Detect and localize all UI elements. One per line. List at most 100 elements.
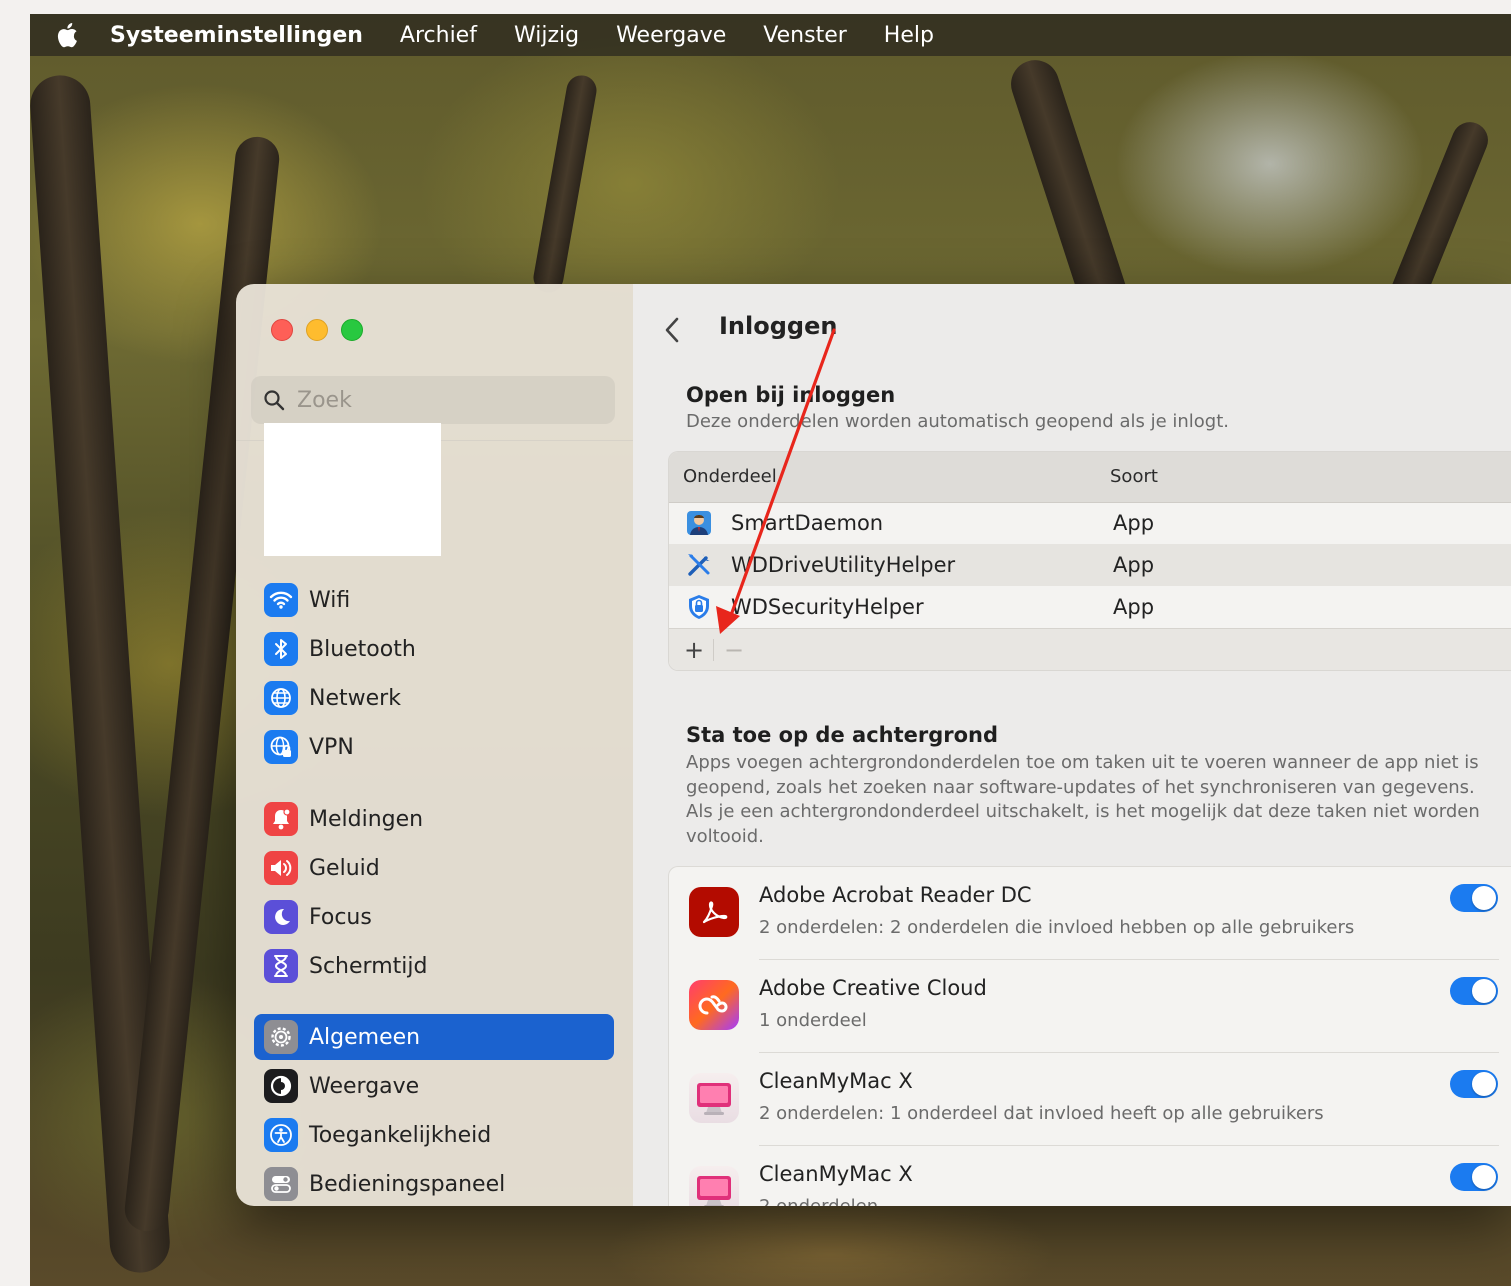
menu-weergave[interactable]: Weergave <box>616 23 726 48</box>
apple-icon[interactable] <box>54 22 80 48</box>
list-item: Adobe Creative Cloud 1 onderdeel <box>669 960 1511 1053</box>
row-name: WDDriveUtilityHelper <box>731 553 956 577</box>
speaker-icon <box>264 851 298 885</box>
sidebar-item-netwerk[interactable]: Netwerk <box>254 675 614 721</box>
login-items-table: Onderdeel Soort SmartDaemon App WDDriveU… <box>668 451 1511 671</box>
tools-icon <box>685 551 713 579</box>
sidebar-item-wifi[interactable]: Wifi <box>254 577 614 623</box>
acrobat-toggle[interactable] <box>1450 884 1498 912</box>
sidebar-item-label: Geluid <box>309 855 380 881</box>
app-description: 1 onderdeel <box>759 1010 867 1031</box>
bell-icon <box>264 802 298 836</box>
open-at-login-subtitle: Deze onderdelen worden automatisch geope… <box>686 411 1229 432</box>
sidebar-item-meldingen[interactable]: Meldingen <box>254 796 614 842</box>
menu-app-name[interactable]: Systeeminstellingen <box>110 23 363 48</box>
background-items-subtitle: Apps voegen achtergrondonderdelen toe om… <box>686 751 1496 849</box>
table-row[interactable]: WDDriveUtilityHelper App <box>669 544 1511 586</box>
creative-cloud-icon <box>689 980 739 1030</box>
vpn-globe-icon <box>264 730 298 764</box>
cleanmymac-icon <box>689 1073 739 1123</box>
sidebar-item-label: Bluetooth <box>309 636 416 662</box>
list-item: CleanMyMac X 2 onderdelen <box>669 1146 1511 1206</box>
app-description: 2 onderdelen: 2 onderdelen die invloed h… <box>759 917 1355 938</box>
sidebar-item-label: Netwerk <box>309 685 401 711</box>
sidebar-item-algemeen[interactable]: Algemeen <box>254 1014 614 1060</box>
accessibility-icon <box>264 1118 298 1152</box>
acrobat-icon <box>689 887 739 937</box>
search-input[interactable] <box>295 386 599 414</box>
globe-icon <box>264 681 298 715</box>
back-button[interactable] <box>663 312 693 348</box>
menu-help[interactable]: Help <box>884 23 934 48</box>
app-name: CleanMyMac X <box>759 1069 913 1093</box>
subtitle-line: geopend, zoals het zoeken naar software-… <box>686 776 1475 798</box>
chevron-left-icon <box>665 317 679 343</box>
menu-venster[interactable]: Venster <box>763 23 847 48</box>
row-kind: App <box>1113 511 1155 535</box>
close-window-button[interactable] <box>271 319 293 341</box>
cleanmymac-toggle[interactable] <box>1450 1070 1498 1098</box>
creative-cloud-toggle[interactable] <box>1450 977 1498 1005</box>
toggle-knob <box>1472 979 1496 1003</box>
smartdaemon-icon <box>685 509 713 537</box>
tree-trunk <box>531 73 599 295</box>
sidebar-item-geluid[interactable]: Geluid <box>254 845 614 891</box>
open-at-login-title: Open bij inloggen <box>686 383 896 407</box>
footer-divider <box>713 639 714 661</box>
hourglass-icon <box>264 949 298 983</box>
minimize-window-button[interactable] <box>306 319 328 341</box>
gear-icon <box>264 1020 298 1054</box>
frame-left <box>0 0 30 1286</box>
appearance-icon <box>264 1069 298 1103</box>
sidebar-item-label: Bedieningspaneel <box>309 1171 506 1197</box>
cleanmymac-toggle-2[interactable] <box>1450 1163 1498 1191</box>
table-footer: + − <box>669 628 1511 670</box>
search-field[interactable] <box>251 376 615 424</box>
bluetooth-icon <box>264 632 298 666</box>
frame-top <box>0 0 1511 14</box>
table-row[interactable]: WDSecurityHelper App <box>669 586 1511 628</box>
shield-lock-icon <box>685 593 713 621</box>
column-header-onderdeel[interactable]: Onderdeel <box>683 466 777 487</box>
subtitle-line: Als je een achtergrondonderdeel uitschak… <box>686 801 1480 822</box>
list-item: CleanMyMac X 2 onderdelen: 1 onderdeel d… <box>669 1053 1511 1146</box>
sidebar-item-label: VPN <box>309 734 354 760</box>
app-name: Adobe Acrobat Reader DC <box>759 883 1032 907</box>
settings-window: Wifi Bluetooth Netwerk VPN Meldingen <box>236 284 1511 1206</box>
menu-archief[interactable]: Archief <box>400 23 477 48</box>
main-panel: Inloggen Open bij inloggen Deze onderdel… <box>633 284 1511 1206</box>
sidebar-item-toegankelijkheid[interactable]: Toegankelijkheid <box>254 1112 614 1158</box>
background-items-list: Adobe Acrobat Reader DC 2 onderdelen: 2 … <box>668 866 1511 1206</box>
sidebar-item-weergave[interactable]: Weergave <box>254 1063 614 1109</box>
toggle-knob <box>1472 1072 1496 1096</box>
sidebar-item-vpn[interactable]: VPN <box>254 724 614 770</box>
sidebar: Wifi Bluetooth Netwerk VPN Meldingen <box>236 284 634 1206</box>
row-name: SmartDaemon <box>731 511 884 535</box>
sidebar-item-bluetooth[interactable]: Bluetooth <box>254 626 614 672</box>
sidebar-item-focus[interactable]: Focus <box>254 894 614 940</box>
zoom-window-button[interactable] <box>341 319 363 341</box>
app-description: 2 onderdelen: 1 onderdeel dat invloed he… <box>759 1103 1324 1124</box>
menu-wijzig[interactable]: Wijzig <box>514 23 579 48</box>
row-name: WDSecurityHelper <box>731 595 924 619</box>
account-placeholder[interactable] <box>264 423 441 556</box>
sidebar-item-label: Schermtijd <box>309 953 428 979</box>
cleanmymac-icon <box>689 1166 739 1206</box>
sidebar-item-schermtijd[interactable]: Schermtijd <box>254 943 614 989</box>
page-title: Inloggen <box>719 312 838 340</box>
toggle-knob <box>1472 1165 1496 1189</box>
remove-login-item-button[interactable]: − <box>719 635 749 665</box>
toggle-knob <box>1472 886 1496 910</box>
sidebar-item-bedieningspaneel[interactable]: Bedieningspaneel <box>254 1161 614 1206</box>
menu-bar: Systeeminstellingen Archief Wijzig Weerg… <box>30 14 1511 56</box>
app-name: CleanMyMac X <box>759 1162 913 1186</box>
column-header-soort[interactable]: Soort <box>1110 466 1158 487</box>
wifi-icon <box>264 583 298 617</box>
search-icon <box>264 390 285 411</box>
add-login-item-button[interactable]: + <box>679 635 709 665</box>
sidebar-item-label: Algemeen <box>309 1024 421 1050</box>
app-name: Adobe Creative Cloud <box>759 976 987 1000</box>
table-header: Onderdeel Soort <box>669 452 1511 503</box>
row-kind: App <box>1113 595 1155 619</box>
table-row[interactable]: SmartDaemon App <box>669 502 1511 544</box>
